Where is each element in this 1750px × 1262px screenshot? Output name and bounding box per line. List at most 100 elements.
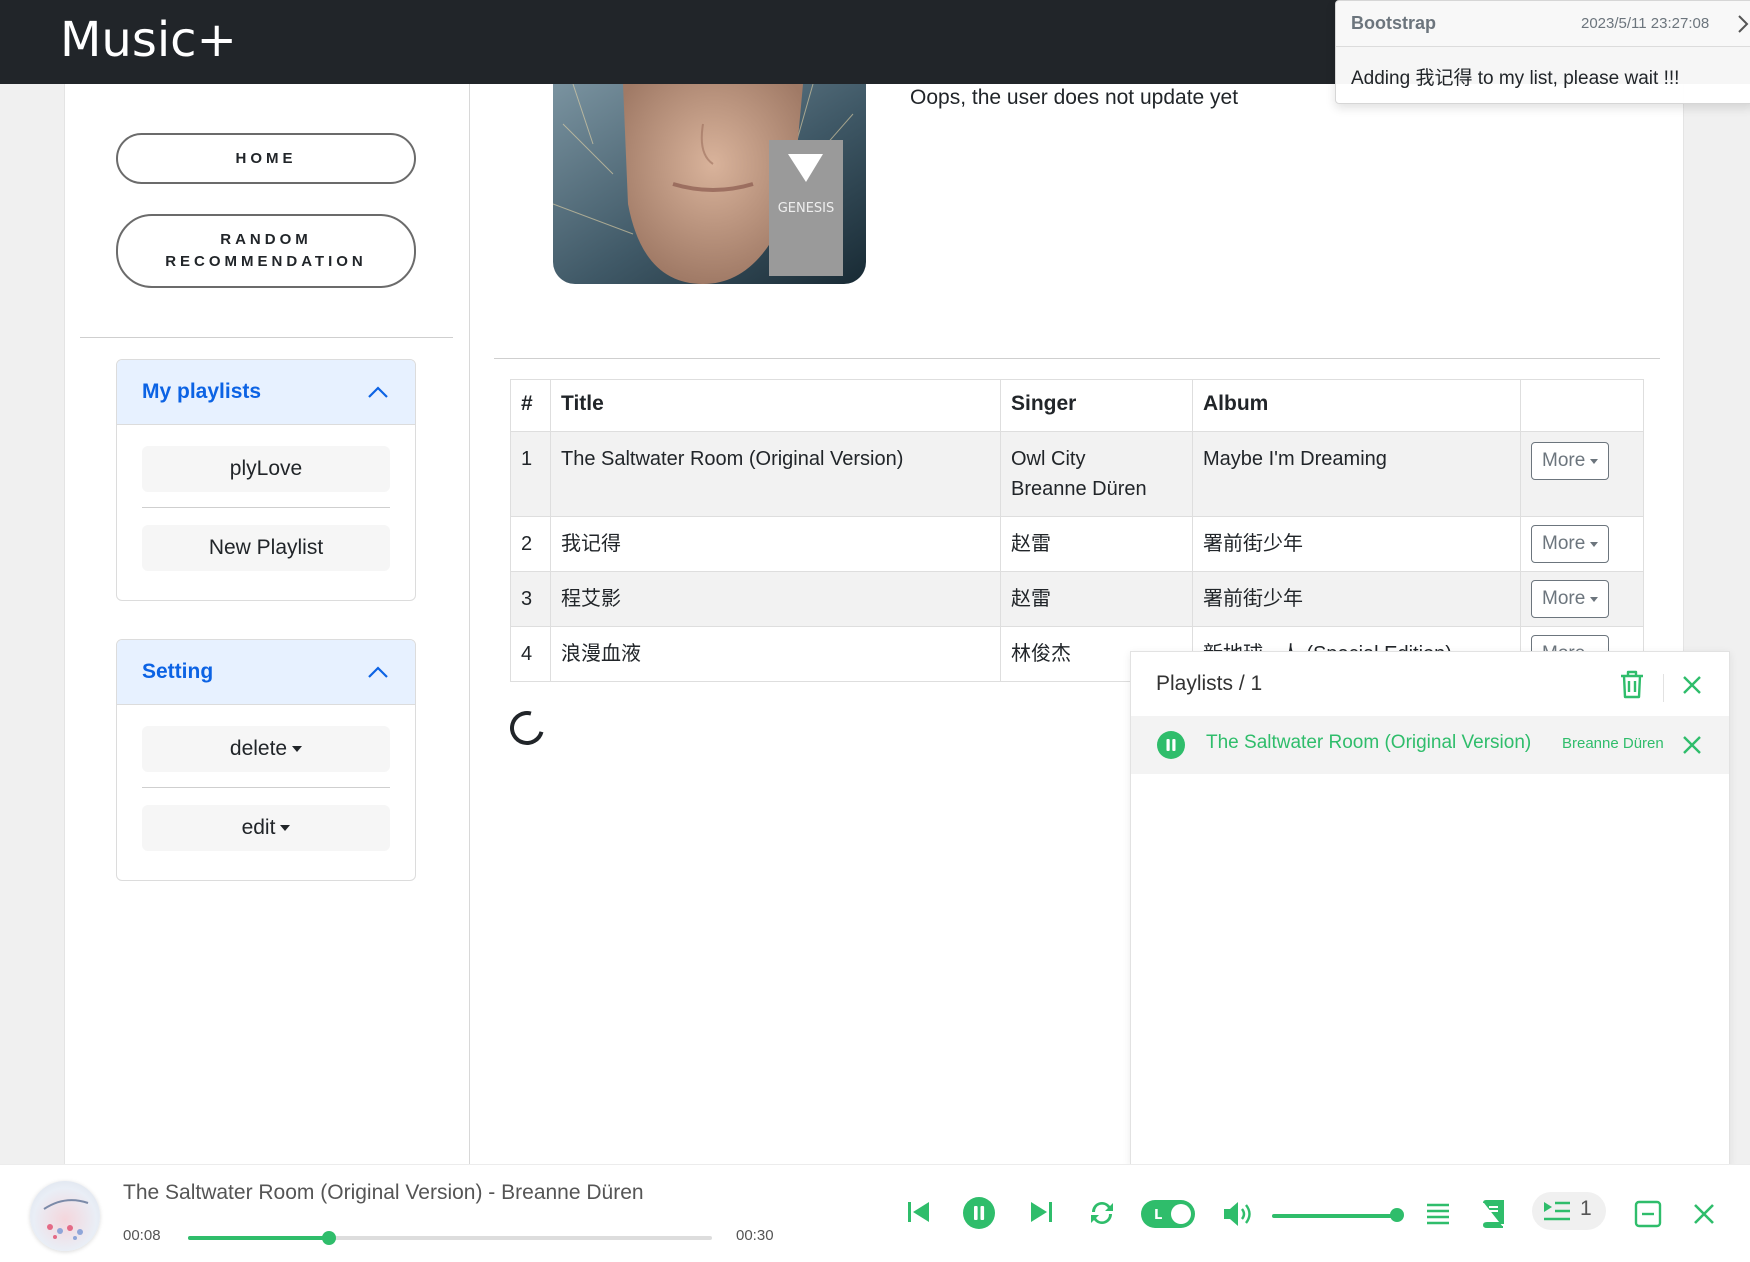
repeat-icon[interactable] (1087, 1198, 1117, 1228)
volume-slider[interactable] (1272, 1214, 1394, 1218)
row-number: 3 (510, 571, 551, 627)
chevron-up-icon (367, 665, 389, 679)
row-singer-name: Owl City (1011, 448, 1086, 470)
volume-icon[interactable] (1222, 1200, 1254, 1228)
home-button[interactable]: HOME (116, 133, 416, 184)
row-title: 我记得 (550, 516, 1001, 572)
skip-next-icon[interactable] (1028, 1199, 1054, 1225)
row-actions: More (1520, 516, 1644, 572)
edit-dropdown-button[interactable]: edit (142, 805, 390, 851)
toast-timestamp: 2023/5/11 23:27:08 (1581, 15, 1710, 32)
progress-handle[interactable] (322, 1231, 337, 1245)
row-album: 署前街少年 (1192, 516, 1521, 572)
table-row[interactable]: 2 我记得 赵雷 署前街少年 More (510, 516, 1644, 572)
close-icon[interactable] (1681, 674, 1703, 696)
random-button-label-line2: RECOMMENDATION (165, 253, 367, 270)
row-singer: 赵雷 (1000, 571, 1193, 627)
lyrics-toggle[interactable]: L (1140, 1199, 1196, 1229)
close-icon[interactable] (1693, 1203, 1715, 1225)
cover-title-text: GENESIS (778, 201, 835, 216)
pause-icon[interactable] (962, 1196, 996, 1230)
row-title: 程艾影 (550, 571, 1001, 627)
playlist-panel: Playlists / 1 The Saltwater Room (Origin… (1130, 651, 1730, 1166)
row-title: 浪漫血液 (550, 626, 1001, 682)
progress-bar[interactable] (188, 1231, 712, 1245)
panel-header-separator (1663, 674, 1664, 702)
setting-header[interactable]: Setting (117, 640, 415, 705)
row-actions: More (1520, 571, 1644, 627)
book-icon[interactable] (1481, 1200, 1505, 1228)
toast-header: Bootstrap 2023/5/11 23:27:08 (1336, 1, 1750, 47)
brand-logo[interactable]: Music+ (60, 12, 237, 68)
my-playlists-accordion: My playlists plyLove New Playlist (116, 359, 416, 601)
playlist-panel-title: Playlists / 1 (1156, 672, 1263, 695)
row-singer-name: Breanne Düren (1011, 478, 1147, 500)
progress-fill (188, 1236, 330, 1240)
setting-accordion: Setting delete edit (116, 639, 416, 881)
more-dropdown-button[interactable]: More (1531, 580, 1610, 618)
minimize-icon[interactable] (1634, 1200, 1662, 1228)
edit-label: edit (241, 816, 276, 839)
queue-song-title: The Saltwater Room (Original Version) (1206, 732, 1532, 753)
queue-icon[interactable] (1543, 1200, 1571, 1224)
now-playing-cover[interactable] (30, 1181, 100, 1251)
setting-separator (142, 787, 390, 788)
column-header-number: # (510, 379, 551, 432)
caret-down-icon (1590, 541, 1599, 547)
delete-label: delete (229, 737, 288, 760)
sidebar-divider (80, 337, 453, 338)
row-singer: Owl City Breanne Düren (1000, 431, 1193, 517)
chevron-up-icon (367, 385, 389, 399)
row-title: The Saltwater Room (Original Version) (550, 431, 1001, 517)
skip-previous-icon[interactable] (906, 1199, 932, 1225)
toast-notification: Bootstrap 2023/5/11 23:27:08 Adding 我记得 … (1335, 0, 1750, 104)
random-recommendation-button[interactable]: RANDOM RECOMMENDATION (116, 214, 416, 288)
caret-down-icon (292, 746, 303, 752)
table-row[interactable]: 3 程艾影 赵雷 署前街少年 More (510, 571, 1644, 627)
my-playlists-title: My playlists (142, 380, 262, 403)
row-album: Maybe I'm Dreaming (1192, 431, 1521, 517)
user-cover-image: GENESIS (553, 84, 866, 284)
list-icon[interactable] (1426, 1202, 1450, 1226)
table-header-row: # Title Singer Album (510, 379, 1644, 432)
column-header-title: Title (550, 379, 1001, 432)
playlist-queue-item[interactable]: The Saltwater Room (Original Version) Br… (1131, 716, 1729, 774)
random-button-label-line1: RANDOM (220, 231, 312, 248)
column-header-actions (1520, 379, 1644, 432)
queue-count: 1 (1580, 1197, 1592, 1220)
queue-song-singer: Breanne Düren (1562, 735, 1664, 752)
row-actions: More (1520, 431, 1644, 517)
pause-icon[interactable] (1156, 730, 1186, 760)
more-dropdown-button[interactable]: More (1531, 442, 1610, 480)
row-number: 4 (510, 626, 551, 682)
current-time: 00:08 (123, 1227, 161, 1244)
my-playlists-header[interactable]: My playlists (117, 360, 415, 425)
row-album: 署前街少年 (1192, 571, 1521, 627)
delete-dropdown-button[interactable]: delete (142, 726, 390, 772)
close-icon[interactable] (1681, 734, 1703, 756)
song-table: # Title Singer Album 1 The Saltwater Roo… (510, 379, 1644, 682)
app-root: Music+ HOME RANDOM RECOMMENDATION My pla… (0, 0, 1750, 1262)
lyrics-toggle-label: L (1154, 1208, 1162, 1223)
column-header-singer: Singer (1000, 379, 1193, 432)
chevron-right-icon[interactable] (1736, 13, 1750, 35)
profile-status-text: Oops, the user does not update yet (910, 86, 1239, 109)
setting-title: Setting (142, 660, 214, 683)
caret-down-icon (1590, 596, 1599, 602)
table-row[interactable]: 1 The Saltwater Room (Original Version) … (510, 431, 1644, 517)
playlist-item-plylove[interactable]: plyLove (142, 446, 390, 492)
trash-icon[interactable] (1619, 670, 1645, 700)
volume-handle[interactable] (1390, 1208, 1404, 1222)
main-divider (494, 358, 1660, 359)
caret-down-icon (280, 825, 291, 831)
home-button-label: HOME (235, 149, 297, 167)
row-singer: 赵雷 (1000, 516, 1193, 572)
caret-down-icon (1590, 458, 1599, 464)
player-bar: The Saltwater Room (Original Version) - … (0, 1164, 1750, 1262)
playlist-separator (142, 507, 390, 508)
more-dropdown-button[interactable]: More (1531, 525, 1610, 563)
toast-title: Bootstrap (1351, 13, 1436, 33)
toast-message: Adding 我记得 to my list, please wait !!! (1351, 68, 1680, 89)
playlist-item-new-playlist[interactable]: New Playlist (142, 525, 390, 571)
row-number: 1 (510, 431, 551, 517)
